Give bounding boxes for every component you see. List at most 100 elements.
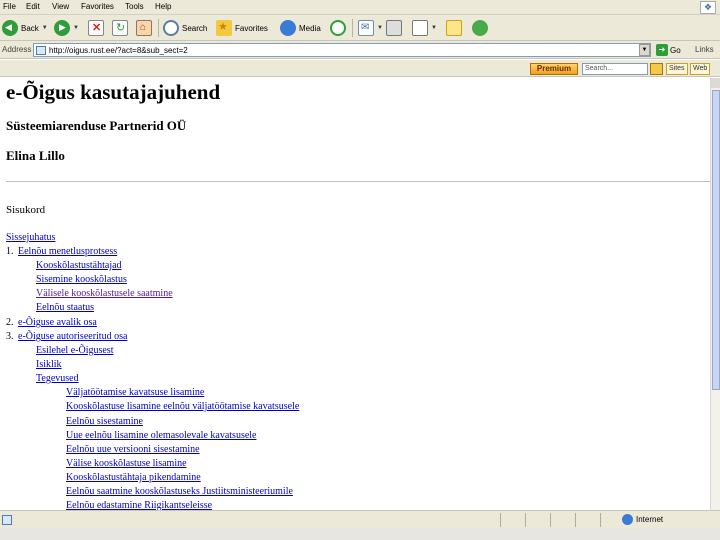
toolbar-separator [158,19,159,37]
forward-arrow-icon [54,20,70,36]
scrollbar-thumb[interactable] [712,90,720,390]
mail-button[interactable]: ✉ ▼ [358,18,383,38]
search-button[interactable]: Search [163,18,207,38]
home-button[interactable]: ⌂ [136,18,152,38]
stop-icon: ✕ [88,20,104,36]
taskbar-strip [0,528,720,540]
status-divider [525,513,526,527]
toc-link[interactable]: Kooskõlastuse lisamine eelnõu väljatööta… [66,401,299,412]
messenger-icon [472,20,488,36]
divider [6,181,710,182]
toc-number: 3. [6,331,14,342]
status-divider [600,513,601,527]
toc-link[interactable]: Väljatöötamise kavatsuse lisamine [66,387,204,398]
menu-view[interactable]: View [52,2,69,11]
address-label: Address [2,45,32,54]
toc-link[interactable]: Esilehel e-Õigusest [36,345,113,356]
toc-link[interactable]: Isiklik [36,359,62,370]
toolbar-separator [352,19,353,37]
toc-link[interactable]: Sisemine kooskõlastus [36,274,127,285]
company-name: Süsteemiarenduse Partnerid OÜ [6,118,187,133]
media-button[interactable]: Media [280,18,321,38]
toc-link[interactable]: Välise kooskõlastuse lisamine [66,458,187,469]
edit-dropdown-icon[interactable]: ▼ [431,25,437,31]
toc-link[interactable]: Eelnõu edastamine Riigikantseleisse [66,500,212,510]
toc-link[interactable]: Uue eelnõu lisamine olemasolevale kavats… [66,430,257,441]
status-divider [500,513,501,527]
vertical-scrollbar[interactable] [710,78,720,510]
status-divider [550,513,551,527]
toc-link[interactable]: Tegevused [36,373,79,384]
author-name: Elina Lillo [6,148,65,163]
edit-icon [412,20,428,36]
go-arrow-icon: ➜ [656,44,668,56]
menu-favorites[interactable]: Favorites [81,2,114,11]
media-label: Media [299,23,321,33]
back-arrow-icon [2,20,18,36]
stop-button[interactable]: ✕ [88,18,104,38]
menu-tools[interactable]: Tools [125,2,144,11]
address-dropdown-icon[interactable]: ▼ [639,44,650,56]
toolbar: Back ▼ ▼ ✕ ↻ ⌂ Search ★ Favorites Media … [0,15,720,41]
menu-file[interactable]: File [3,2,16,11]
favorites-button[interactable]: ★ Favorites [216,18,268,38]
discuss-button[interactable] [446,18,462,38]
refresh-button[interactable]: ↻ [112,18,128,38]
toc-link[interactable]: Eelnõu uue versiooni sisestamine [66,444,200,455]
extension-search-icon[interactable] [650,63,663,75]
security-zone: Internet [622,514,663,525]
address-input[interactable]: http://oigus.rust.ee/?act=8&sub_sect=2 [33,43,651,57]
print-icon [386,20,402,36]
windows-logo-icon: ❖ [700,1,716,14]
page-content: e-Õigus kasutajajuhend Süsteemiarenduse … [0,78,710,510]
go-button[interactable]: ➜ Go [656,44,681,56]
favorites-label: Favorites [235,23,268,33]
refresh-icon: ↻ [112,20,128,36]
toc-heading: Sisukord [6,204,46,216]
address-url: http://oigus.rust.ee/?act=8&sub_sect=2 [49,46,188,55]
back-dropdown-icon[interactable]: ▼ [42,25,48,31]
search-label: Search [182,23,208,33]
menu-edit[interactable]: Edit [26,2,40,11]
print-button[interactable] [386,18,402,38]
status-bar: Internet [0,510,720,528]
toc-link[interactable]: e-Õiguse avalik osa [18,317,97,328]
page-status-icon [2,515,12,525]
toc-number: 1. [6,246,14,257]
globe-icon [622,514,633,525]
mail-icon: ✉ [358,20,374,36]
search-icon [163,20,179,36]
back-button[interactable]: Back ▼ [2,18,48,38]
history-button[interactable] [330,18,346,38]
history-icon [330,20,346,36]
extension-web-button[interactable]: Web [690,63,711,75]
mail-dropdown-icon[interactable]: ▼ [377,25,383,31]
extension-sites-button[interactable]: Sites [666,63,688,75]
page-icon [36,46,46,55]
toc-link[interactable]: Eelnõu staatus [36,302,94,313]
toc-link[interactable]: Välisele kooskõlastusele saatmine [36,288,173,299]
extension-toolbar: Premium Search... Sites Web [0,60,720,77]
edit-button[interactable]: ▼ [412,18,437,38]
toc-link[interactable]: Kooskõlastustähtaja pikendamine [66,472,201,483]
zone-label: Internet [636,515,664,524]
messenger-button[interactable] [472,18,488,38]
page-title: e-Õigus kasutajajuhend [6,80,221,104]
back-label: Back [21,23,39,33]
home-icon: ⌂ [136,20,152,36]
toc-link-intro[interactable]: Sissejuhatus [6,232,55,243]
forward-button[interactable]: ▼ [54,18,79,38]
premium-button[interactable]: Premium [530,63,578,75]
toc-link[interactable]: e-Õiguse autoriseeritud osa [18,331,127,342]
toc-link[interactable]: Eelnõu sisestamine [66,416,143,427]
toc-link[interactable]: Eelnõu saatmine kooskõlastuseks Justiits… [66,486,293,497]
status-divider [575,513,576,527]
toc-link[interactable]: Kooskõlastustähtajad [36,260,122,271]
links-button[interactable]: Links [695,45,714,54]
forward-dropdown-icon[interactable]: ▼ [73,25,79,31]
scroll-up-icon[interactable] [711,78,720,88]
menu-help[interactable]: Help [155,2,171,11]
toc-link[interactable]: Eelnõu menetlusprotsess [18,246,117,257]
toc-number: 2. [6,317,14,328]
extension-search-input[interactable]: Search... [582,63,648,75]
